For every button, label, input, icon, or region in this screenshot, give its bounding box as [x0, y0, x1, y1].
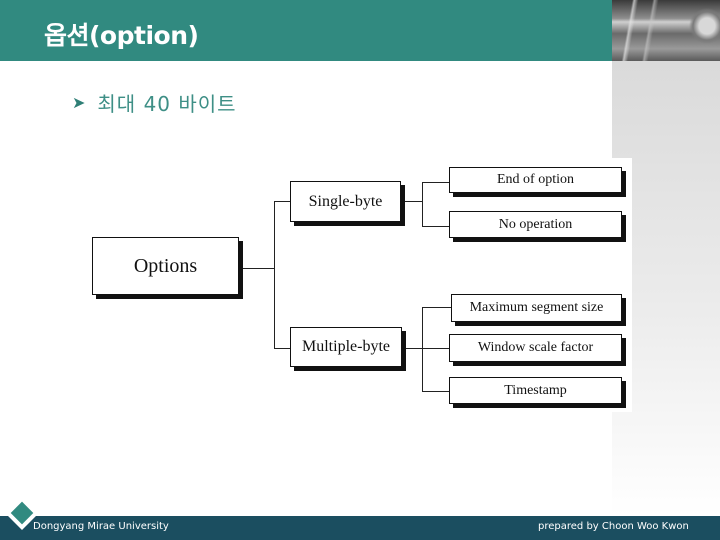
connector-noop-h	[422, 226, 449, 227]
node-multiple-byte-label: Multiple-byte	[302, 338, 390, 355]
node-options: Options	[92, 237, 239, 295]
connector-root-h	[241, 268, 274, 269]
node-maximum-segment-size-label: Maximum segment size	[469, 300, 604, 315]
options-tree-diagram: Options Single-byte Multiple-byte End of…	[84, 158, 632, 412]
connector-multiple-out	[403, 348, 422, 349]
connector-mss-h	[422, 307, 451, 308]
footer-author: prepared by Choon Woo Kwon	[538, 521, 689, 532]
connector-root-v	[274, 201, 275, 348]
bullet-item: ➤ 최대 40 바이트	[72, 88, 237, 117]
connector-end-h	[422, 182, 449, 183]
slide-title: 옵션(option)	[44, 21, 199, 50]
node-single-byte: Single-byte	[290, 181, 401, 222]
arrow-bullet-icon: ➤	[72, 93, 86, 112]
node-multiple-byte: Multiple-byte	[290, 327, 402, 367]
node-window-scale-factor: Window scale factor	[449, 334, 622, 362]
connector-ts-h	[422, 391, 449, 392]
node-options-label: Options	[133, 254, 198, 277]
bullet-text: 최대 40 바이트	[97, 92, 237, 116]
node-end-of-option: End of option	[449, 167, 622, 193]
connector-wsf-h	[422, 348, 449, 349]
node-end-of-option-label: End of option	[497, 172, 574, 187]
footer-university: Dongyang Mirae University	[33, 521, 169, 532]
node-timestamp-label: Timestamp	[504, 382, 567, 398]
node-window-scale-factor-label: Window scale factor	[477, 340, 594, 355]
node-no-operation-label: No operation	[498, 216, 573, 232]
node-timestamp: Timestamp	[449, 377, 622, 404]
connector-single-out	[402, 201, 422, 202]
connector-multiple-h	[274, 348, 290, 349]
connector-multiple-v	[422, 307, 423, 391]
node-single-byte-label: Single-byte	[308, 192, 383, 210]
node-no-operation: No operation	[449, 211, 622, 238]
connector-single-v	[422, 182, 423, 226]
header-photo	[612, 0, 720, 61]
node-maximum-segment-size: Maximum segment size	[451, 294, 622, 322]
connector-single-h	[274, 201, 290, 202]
